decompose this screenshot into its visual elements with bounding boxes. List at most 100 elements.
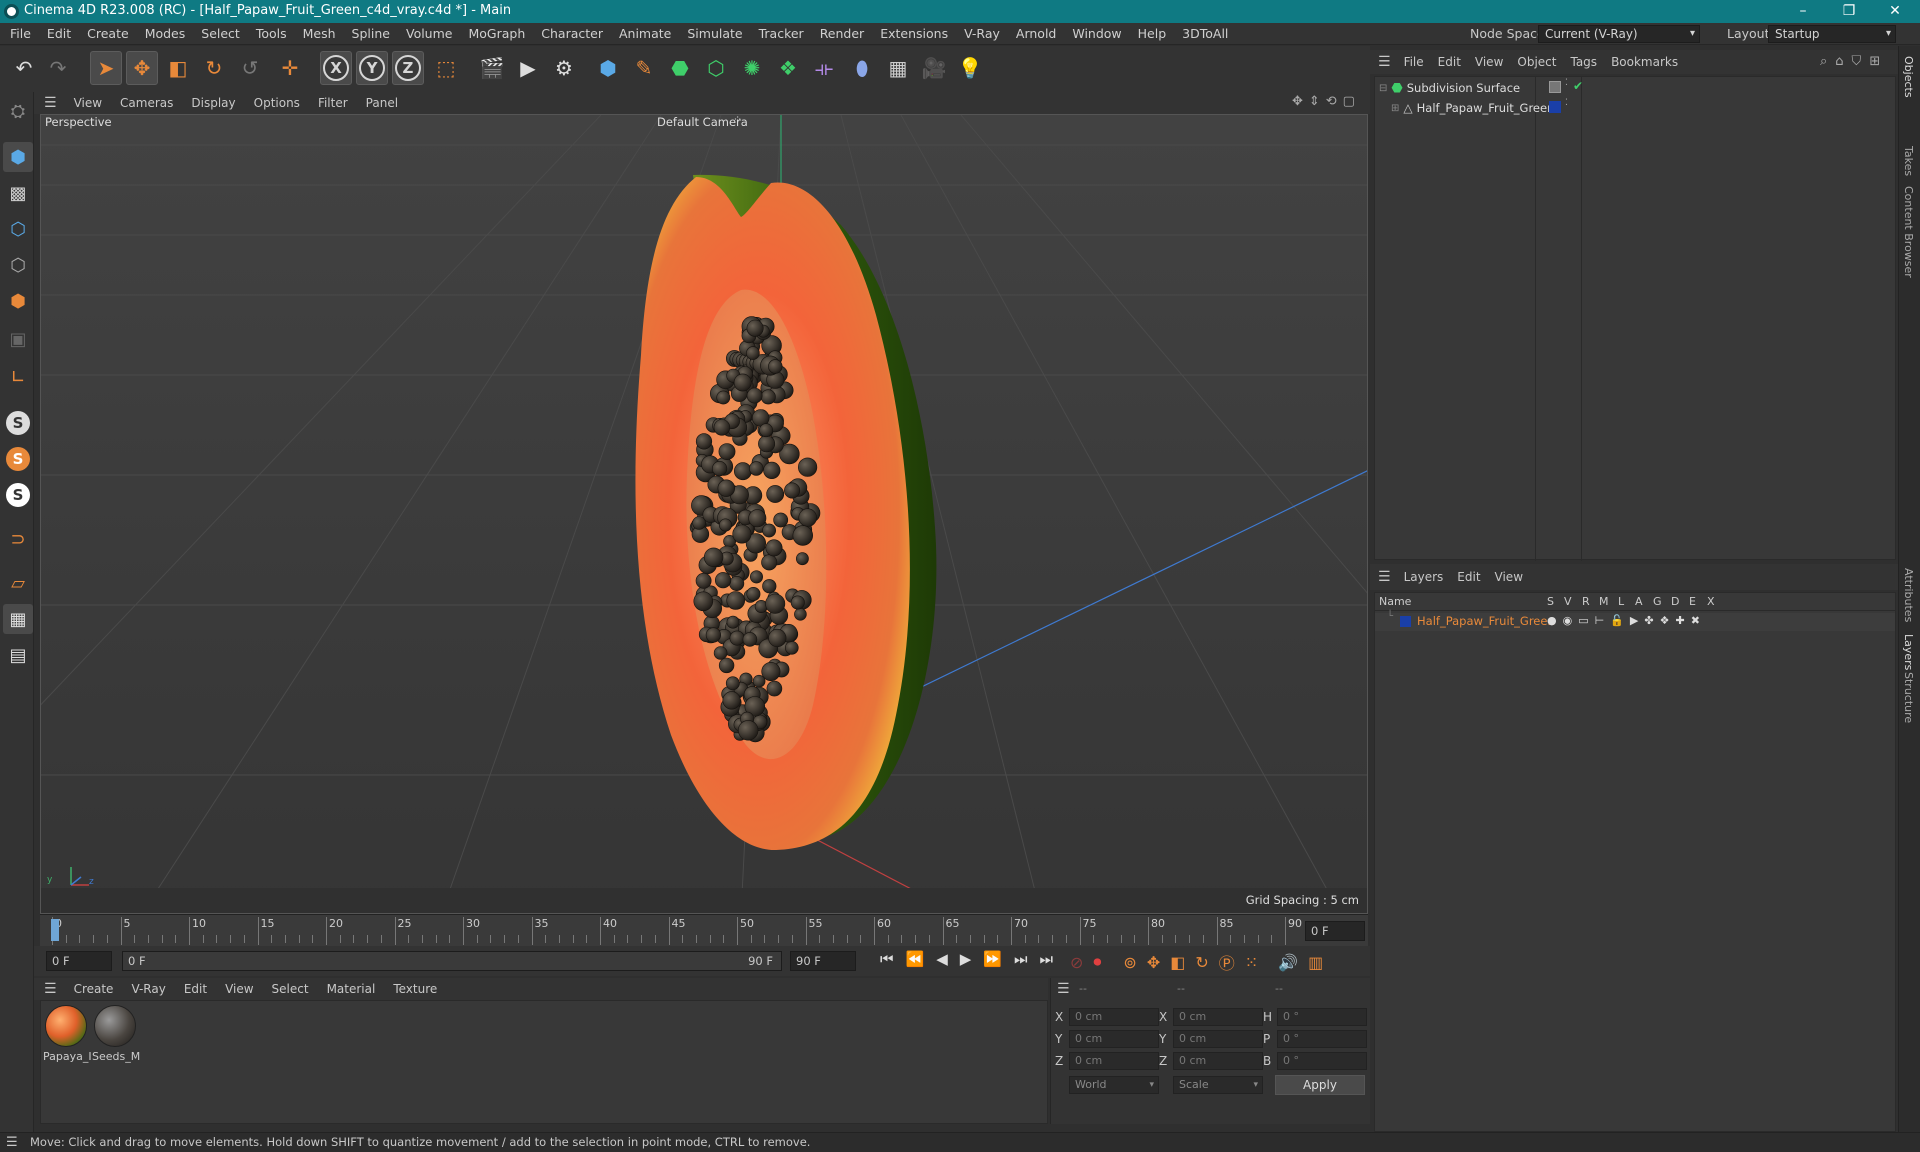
layer-name[interactable]: Half_Papaw_Fruit_Green	[1417, 614, 1555, 628]
checkmark-icon[interactable]: ✔	[1573, 79, 1583, 93]
filter-icon[interactable]: ⛉	[1852, 54, 1862, 69]
menu-arnold[interactable]: Arnold	[1008, 23, 1064, 45]
mat-menu-edit[interactable]: Edit	[175, 978, 216, 1000]
tab-attributes[interactable]: Attributes	[1902, 568, 1915, 622]
undo-button[interactable]: ↶	[8, 51, 40, 85]
point-mode-button[interactable]: ⬡	[3, 214, 33, 244]
y-axis-button[interactable]: Y	[356, 51, 388, 85]
x-axis-button[interactable]: X	[320, 51, 352, 85]
mograph-cloner-button[interactable]: ✺	[736, 51, 768, 85]
menu-mesh[interactable]: Mesh	[295, 23, 344, 45]
panel-menu-icon[interactable]: ☰	[1370, 569, 1397, 585]
size-y-field[interactable]: 0 cm	[1173, 1030, 1263, 1048]
mat-menu-view[interactable]: View	[216, 978, 262, 1000]
search-icon[interactable]: ⌕	[1820, 54, 1827, 69]
floor-button[interactable]: ▦	[882, 51, 914, 85]
obj-menu-view[interactable]: View	[1468, 50, 1510, 74]
expression-icon[interactable]: ✚	[1675, 614, 1684, 627]
rotation-p-field[interactable]: 0 °	[1277, 1030, 1367, 1048]
viewport-menu-options[interactable]: Options	[245, 92, 309, 114]
panel-menu-icon[interactable]: ☰	[34, 95, 65, 111]
next-frame-icon[interactable]: ⏩	[983, 950, 1002, 968]
menu-edit[interactable]: Edit	[39, 23, 79, 45]
menu-mograph[interactable]: MoGraph	[460, 23, 533, 45]
layout-dropdown[interactable]: Startup ▾	[1768, 25, 1896, 43]
frame-range-slider[interactable]: 0 F 90 F	[122, 951, 782, 971]
timeline-ruler[interactable]: 051015202530354045505560657075808590 0 F	[40, 914, 1368, 946]
menu-select[interactable]: Select	[193, 23, 248, 45]
panel-menu-icon[interactable]: ☰	[34, 981, 65, 997]
render-settings-button[interactable]: ⚙	[548, 51, 580, 85]
goto-end-icon[interactable]: ⏭	[1040, 950, 1054, 968]
coord-mode-dropdown[interactable]: Scale ▾	[1173, 1076, 1263, 1094]
play-icon[interactable]: ▶	[960, 950, 972, 968]
coord-space-dropdown[interactable]: World ▾	[1069, 1076, 1159, 1094]
key-selection-icon[interactable]: ⊚	[1123, 953, 1136, 972]
render-icon[interactable]: ▭	[1578, 614, 1588, 627]
sound-icon[interactable]: 🔊	[1278, 953, 1298, 972]
apply-button[interactable]: Apply	[1275, 1075, 1365, 1095]
tab-layers[interactable]: Layers	[1902, 634, 1915, 670]
axis-mode-button[interactable]: ∟	[3, 362, 33, 392]
model-mode-button[interactable]: ⬢	[3, 142, 33, 172]
viewport-menu-view[interactable]: View	[65, 92, 111, 114]
autokey-icon[interactable]: ⏺	[1093, 952, 1101, 972]
timeline-window-icon[interactable]: ▥	[1308, 953, 1323, 972]
obj-menu-tags[interactable]: Tags	[1563, 50, 1604, 74]
solo-dot-icon[interactable]: ●	[1547, 614, 1557, 627]
field-button[interactable]: ⬮	[846, 51, 878, 85]
start-frame-field[interactable]: 0 F	[46, 951, 112, 971]
key-position-icon[interactable]: ✥	[1147, 953, 1160, 972]
prev-frame-icon[interactable]: ◀	[936, 950, 948, 968]
record-disabled-icon[interactable]: ⊘	[1070, 953, 1083, 972]
recent-tool-button[interactable]: ↺	[234, 51, 266, 85]
minimize-button[interactable]: –	[1780, 0, 1826, 23]
current-frame-field[interactable]: 0 F	[1305, 921, 1365, 941]
camera-button[interactable]: 🎥	[918, 51, 950, 85]
z-axis-button[interactable]: Z	[392, 51, 424, 85]
key-scale-icon[interactable]: ◧	[1170, 953, 1185, 972]
deformer-button[interactable]: ⟛	[808, 51, 840, 85]
mat-menu-vray[interactable]: V-Ray	[122, 978, 174, 1000]
cube-button[interactable]: ⬢	[592, 51, 624, 85]
workplane-button[interactable]: ▱	[3, 568, 33, 598]
make-editable-button[interactable]: ⛭	[3, 96, 33, 126]
rotate-tool-button[interactable]: ↻	[198, 51, 230, 85]
layer-row[interactable]: └ Half_Papaw_Fruit_Green ● ◉ ▭ ⊢ 🔓 ▶ ✤ ❖…	[1375, 611, 1895, 631]
layer-color-icon[interactable]	[1400, 616, 1411, 627]
snap-button[interactable]: S	[3, 408, 33, 438]
menu-create[interactable]: Create	[79, 23, 137, 45]
manager-icon[interactable]: ⊢	[1595, 614, 1605, 627]
position-x-field[interactable]: 0 cm	[1069, 1008, 1159, 1026]
layer-menu-view[interactable]: View	[1488, 564, 1530, 590]
end-frame-field[interactable]: 90 F	[790, 951, 856, 971]
goto-start-icon[interactable]: ⏮	[880, 950, 894, 968]
size-x-field[interactable]: 0 cm	[1173, 1008, 1263, 1026]
menu-vray[interactable]: V-Ray	[956, 23, 1008, 45]
animation-icon[interactable]: ▶	[1630, 614, 1638, 627]
material-swatch-papaya[interactable]: Papaya_I	[43, 1005, 92, 1063]
uv-mode-button[interactable]: ▣	[3, 324, 33, 354]
light-button[interactable]: 💡	[954, 51, 986, 85]
key-rotation-icon[interactable]: ↻	[1195, 953, 1208, 972]
obj-menu-object[interactable]: Object	[1510, 50, 1563, 74]
texture-mode-button[interactable]: ▩	[3, 178, 33, 208]
generator-icon[interactable]: ✤	[1644, 614, 1653, 627]
key-param-icon[interactable]: Ⓟ	[1219, 950, 1235, 974]
obj-menu-edit[interactable]: Edit	[1431, 50, 1468, 74]
menu-3dtoall[interactable]: 3DToAll	[1174, 23, 1236, 45]
tab-objects[interactable]: Objects	[1902, 56, 1915, 98]
mograph-fracture-button[interactable]: ❖	[772, 51, 804, 85]
redo-button[interactable]: ↷	[42, 51, 74, 85]
render-view-button[interactable]: 🎬	[476, 51, 508, 85]
prev-key-icon[interactable]: ⏪	[906, 950, 925, 968]
render-picture-viewer-button[interactable]: ▶	[512, 51, 544, 85]
panel-menu-icon[interactable]: ☰	[1057, 981, 1070, 997]
size-z-field[interactable]: 0 cm	[1173, 1052, 1263, 1070]
rotation-h-field[interactable]: 0 °	[1277, 1008, 1367, 1026]
menu-extensions[interactable]: Extensions	[872, 23, 956, 45]
collapse-icon[interactable]: ⊟	[1379, 83, 1387, 94]
menu-character[interactable]: Character	[533, 23, 611, 45]
menu-tools[interactable]: Tools	[248, 23, 295, 45]
visibility-dots-icon[interactable]: ⁚	[1565, 78, 1568, 88]
